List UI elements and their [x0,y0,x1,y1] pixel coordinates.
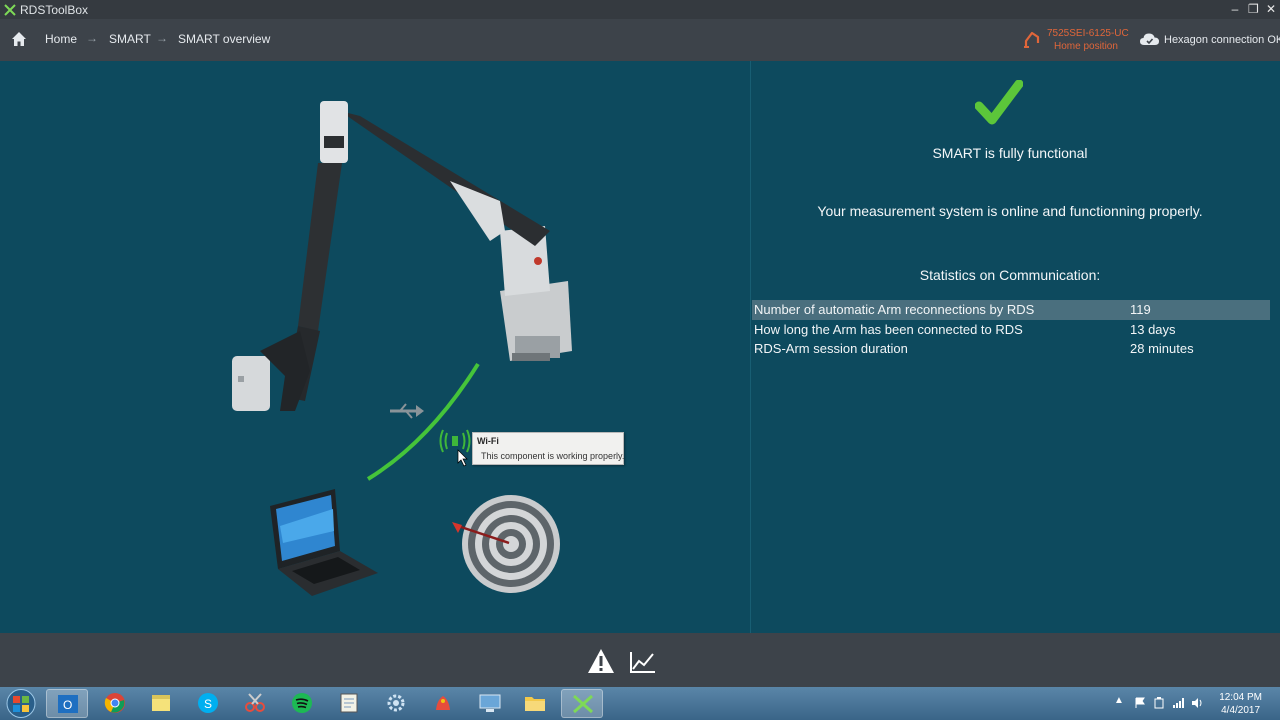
measurement-arm-illustration[interactable] [232,101,572,411]
mouse-cursor [457,449,468,467]
footer-bar [0,633,1280,687]
outlook-taskbar-icon[interactable]: O [46,689,88,718]
table-row[interactable]: RDS-Arm session duration 28 minutes [752,339,1270,359]
target-icon[interactable] [452,495,560,593]
breadcrumb-home[interactable]: Home [45,32,77,46]
wifi-tooltip: Wi-Fi This component is working properly… [472,432,624,465]
battery-icon[interactable] [1153,697,1165,709]
paint-taskbar-icon[interactable] [422,689,464,718]
stat-value: 119 [1130,302,1151,318]
connection-status: Hexagon connection OK [1164,34,1280,46]
network-icon[interactable] [1172,697,1184,709]
checkmark-icon [975,80,1023,125]
warning-icon[interactable] [587,648,615,674]
tooltip-title: Wi-Fi [477,436,499,446]
wifi-antenna-icon[interactable] [439,429,471,453]
status-title: SMART is fully functional [932,145,1088,161]
snipping-tool-taskbar-icon[interactable] [234,689,276,718]
svg-text:O: O [63,698,72,712]
breadcrumb-smart-overview[interactable]: SMART overview [178,32,270,46]
window-title: RDSToolBox [20,2,89,17]
spotify-taskbar-icon[interactable] [281,689,323,718]
restore-icon[interactable]: ❐ [1248,1,1259,17]
stat-label: How long the Arm has been connected to R… [754,321,1023,337]
chrome-taskbar-icon[interactable] [94,689,136,718]
windows-taskbar: O S ▲ 12:04 PM 4/4/2017 [0,687,1280,720]
robot-arm-icon [1024,31,1040,48]
stat-value: 28 minutes [1130,341,1194,357]
clock-date: 4/4/2017 [1221,705,1261,716]
device-id: 7525SEI-6125-UC [1047,28,1129,39]
rdstoolbox-taskbar-icon[interactable] [561,689,603,718]
sticky-notes-taskbar-icon[interactable] [140,689,182,718]
remote-desktop-taskbar-icon[interactable] [469,689,511,718]
flag-icon[interactable] [1134,697,1146,709]
device-position: Home position [1054,41,1118,52]
system-diagram [232,101,572,596]
home-icon[interactable] [11,31,27,47]
chart-icon[interactable] [629,650,657,674]
stats-title: Statistics on Communication: [919,267,1101,283]
stats-table: Number of automatic Arm reconnections by… [752,300,1270,359]
device-status[interactable]: 7525SEI-6125-UC Home position [1023,25,1129,55]
window-controls: – ❐ ✕ [1230,1,1276,17]
skype-taskbar-icon[interactable]: S [187,689,229,718]
tooltip-body: This component is working properly. [481,451,625,461]
volume-icon[interactable] [1191,697,1203,709]
taskbar-clock[interactable]: 12:04 PM 4/4/2017 [1219,691,1262,717]
breadcrumb-arrow: → [86,31,98,45]
minimize-icon[interactable]: – [1230,1,1240,17]
navigation-bar: Home → SMART → SMART overview 7525SEI-61… [0,19,1280,61]
stat-label: Number of automatic Arm reconnections by… [754,302,1035,318]
file-explorer-taskbar-icon[interactable] [514,689,556,718]
stat-value: 13 days [1130,321,1176,337]
close-icon[interactable]: ✕ [1266,1,1276,17]
rdstoolbox-app-icon [4,3,16,16]
start-button-icon[interactable] [4,688,38,719]
laptop-illustration[interactable] [270,489,378,596]
settings-taskbar-icon[interactable] [375,689,417,718]
status-description: Your measurement system is online and fu… [817,203,1203,219]
table-row[interactable]: Number of automatic Arm reconnections by… [752,300,1270,320]
notepad-taskbar-icon[interactable] [328,689,370,718]
clock-time: 12:04 PM [1219,692,1262,703]
cloud-icon [1140,33,1159,45]
show-hidden-icons-icon[interactable]: ▲ [1114,695,1126,707]
system-tray: ▲ 12:04 PM 4/4/2017 [1108,687,1280,720]
breadcrumb-smart[interactable]: SMART [109,32,151,46]
svg-text:S: S [204,697,212,711]
stat-label: RDS-Arm session duration [754,341,908,357]
window-titlebar: RDSToolBox – ❐ ✕ [0,0,1280,19]
breadcrumb-arrow: → [156,31,168,45]
usb-icon[interactable] [390,403,424,419]
main-panel: Wi-Fi This component is working properly… [0,61,1280,633]
table-row[interactable]: How long the Arm has been connected to R… [752,320,1270,340]
